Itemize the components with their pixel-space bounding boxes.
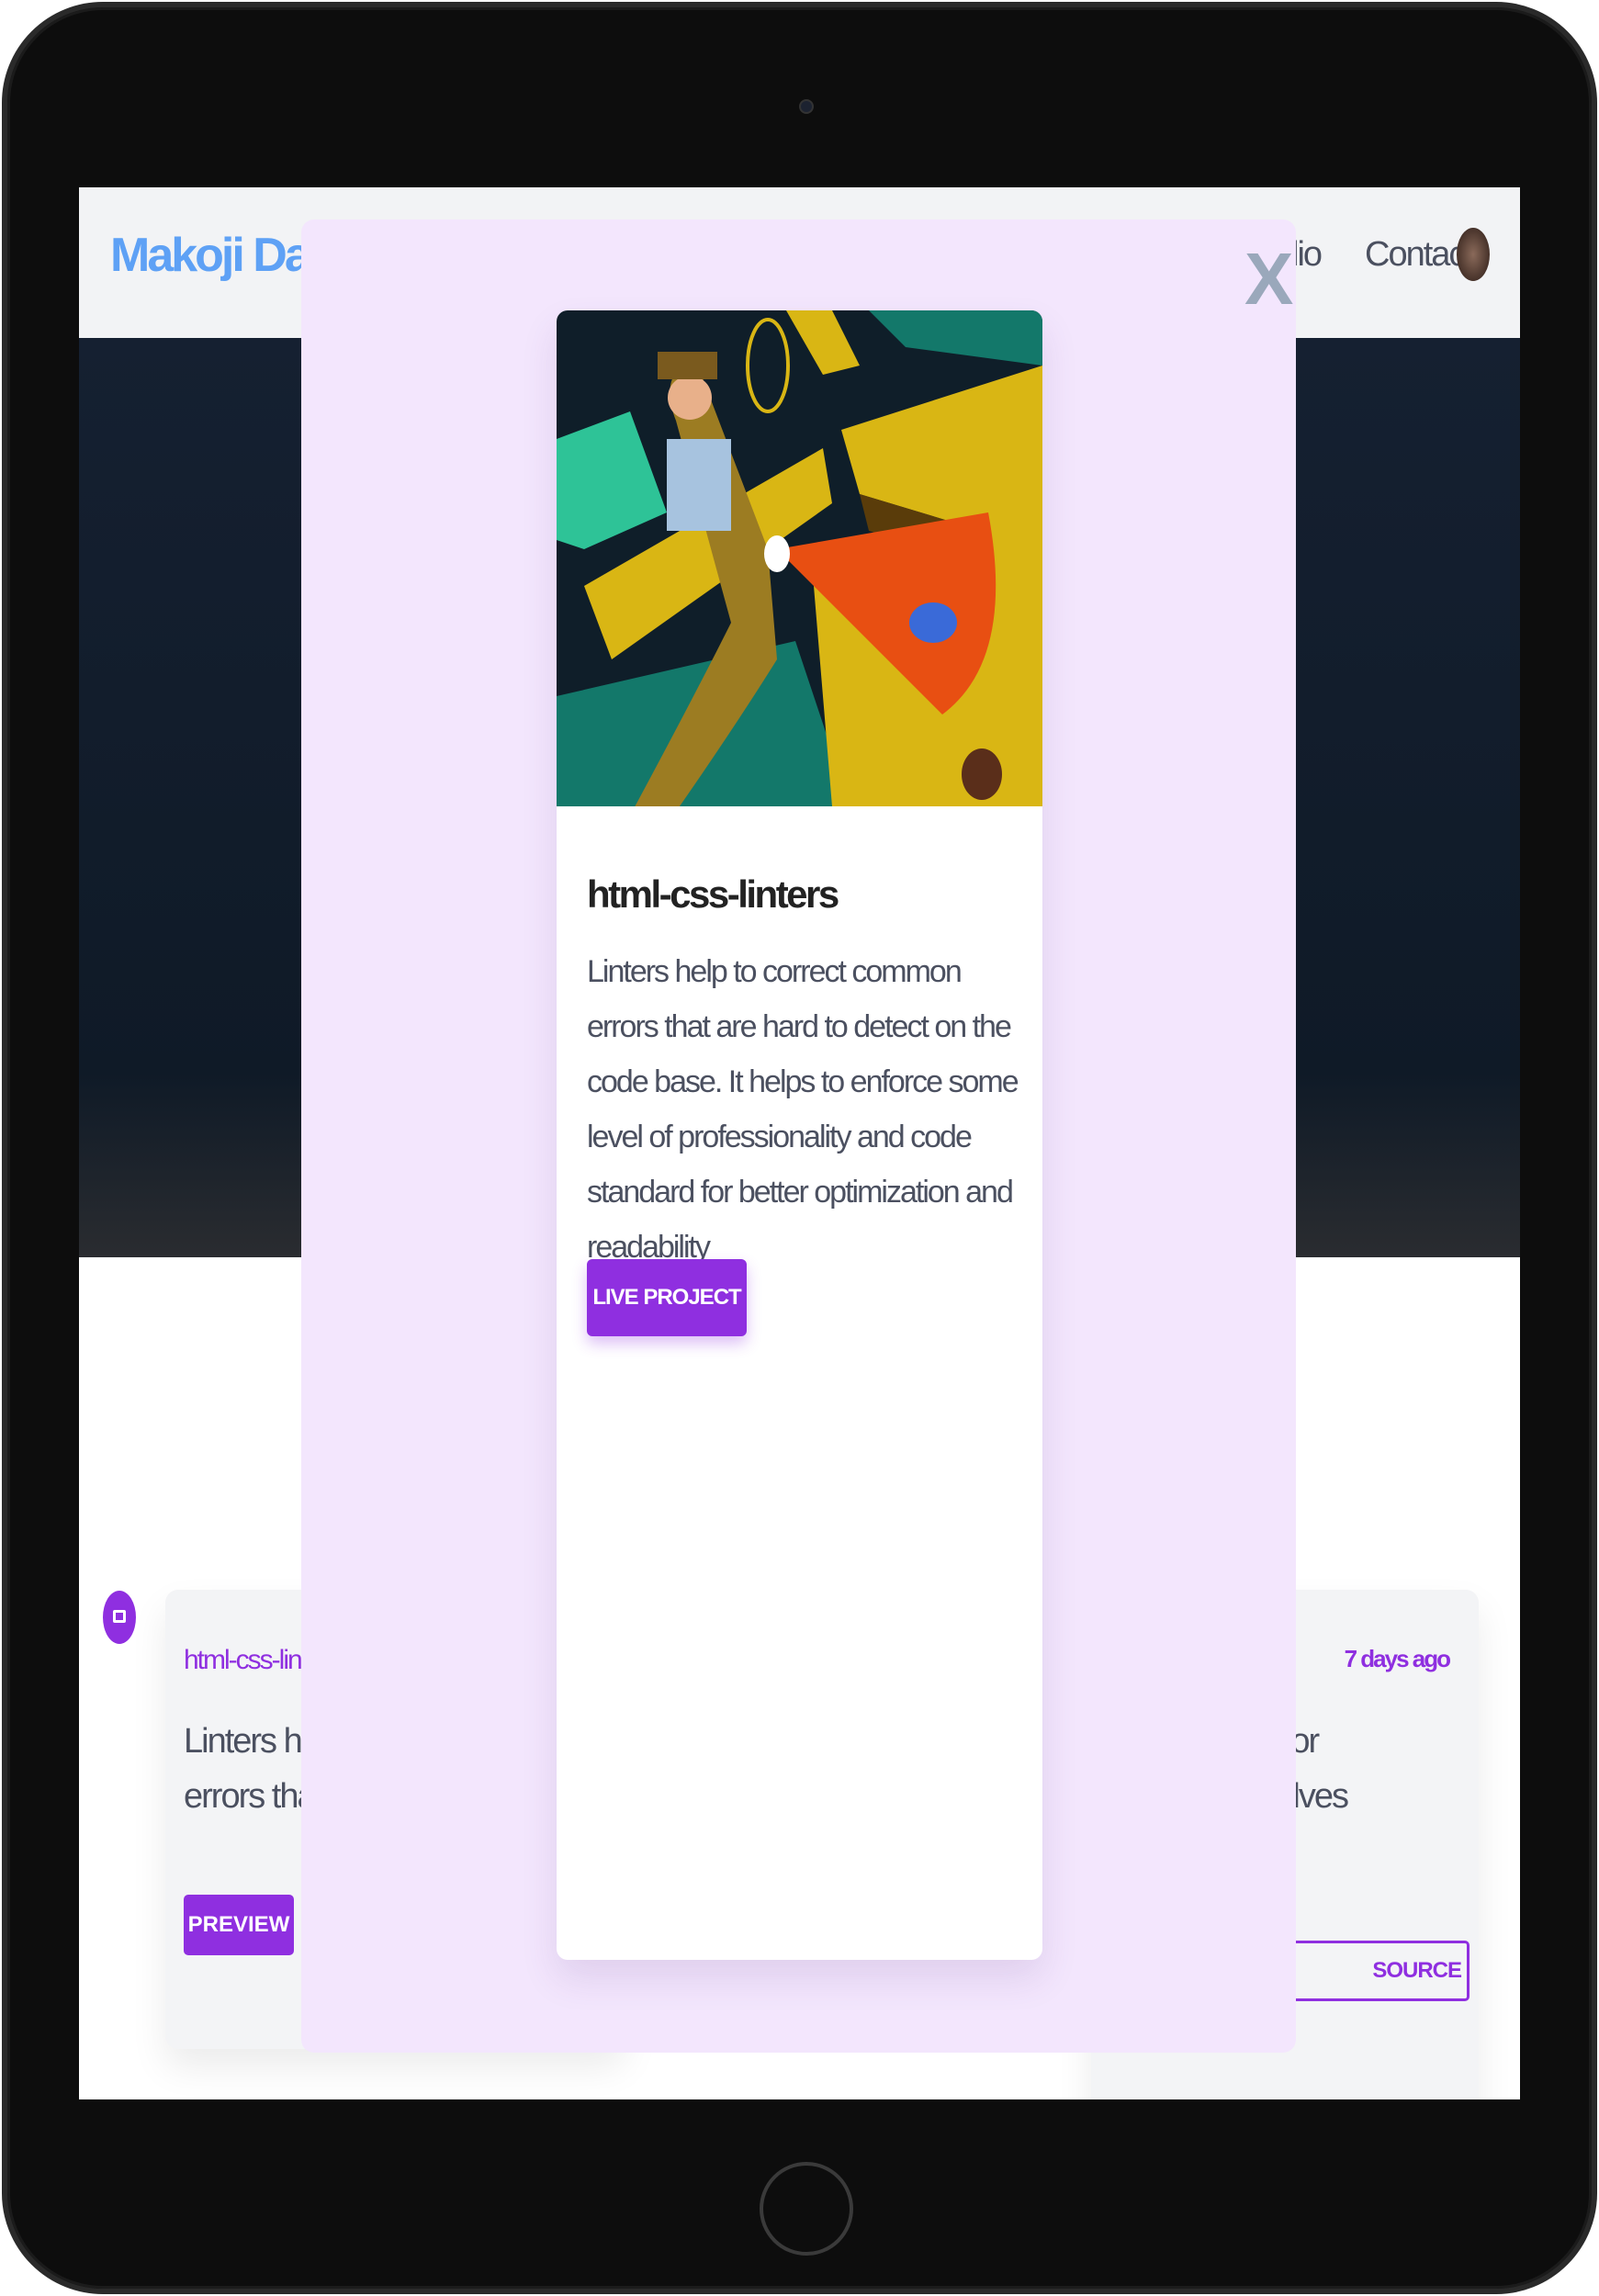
close-button[interactable]: X [1244, 237, 1293, 321]
source-button[interactable]: SOURCE [1273, 1941, 1470, 2001]
project-title: html-css-linters [587, 872, 839, 916]
project-illustration [557, 310, 1042, 806]
home-button[interactable] [760, 2162, 853, 2256]
calendar-icon [103, 1591, 136, 1644]
card-title[interactable]: html-css-linte [184, 1645, 322, 1676]
project-description: Linters help to correct common errors th… [587, 954, 1019, 1265]
avatar[interactable] [1457, 228, 1490, 281]
card-time: 7 days ago [1344, 1645, 1451, 1672]
live-project-button[interactable]: LIVE PROJECT [587, 1259, 747, 1336]
camera-icon [799, 99, 814, 114]
preview-button[interactable]: PREVIEW [184, 1895, 294, 1955]
project-detail-card: html-css-linters Linters help to correct… [557, 310, 1042, 1960]
